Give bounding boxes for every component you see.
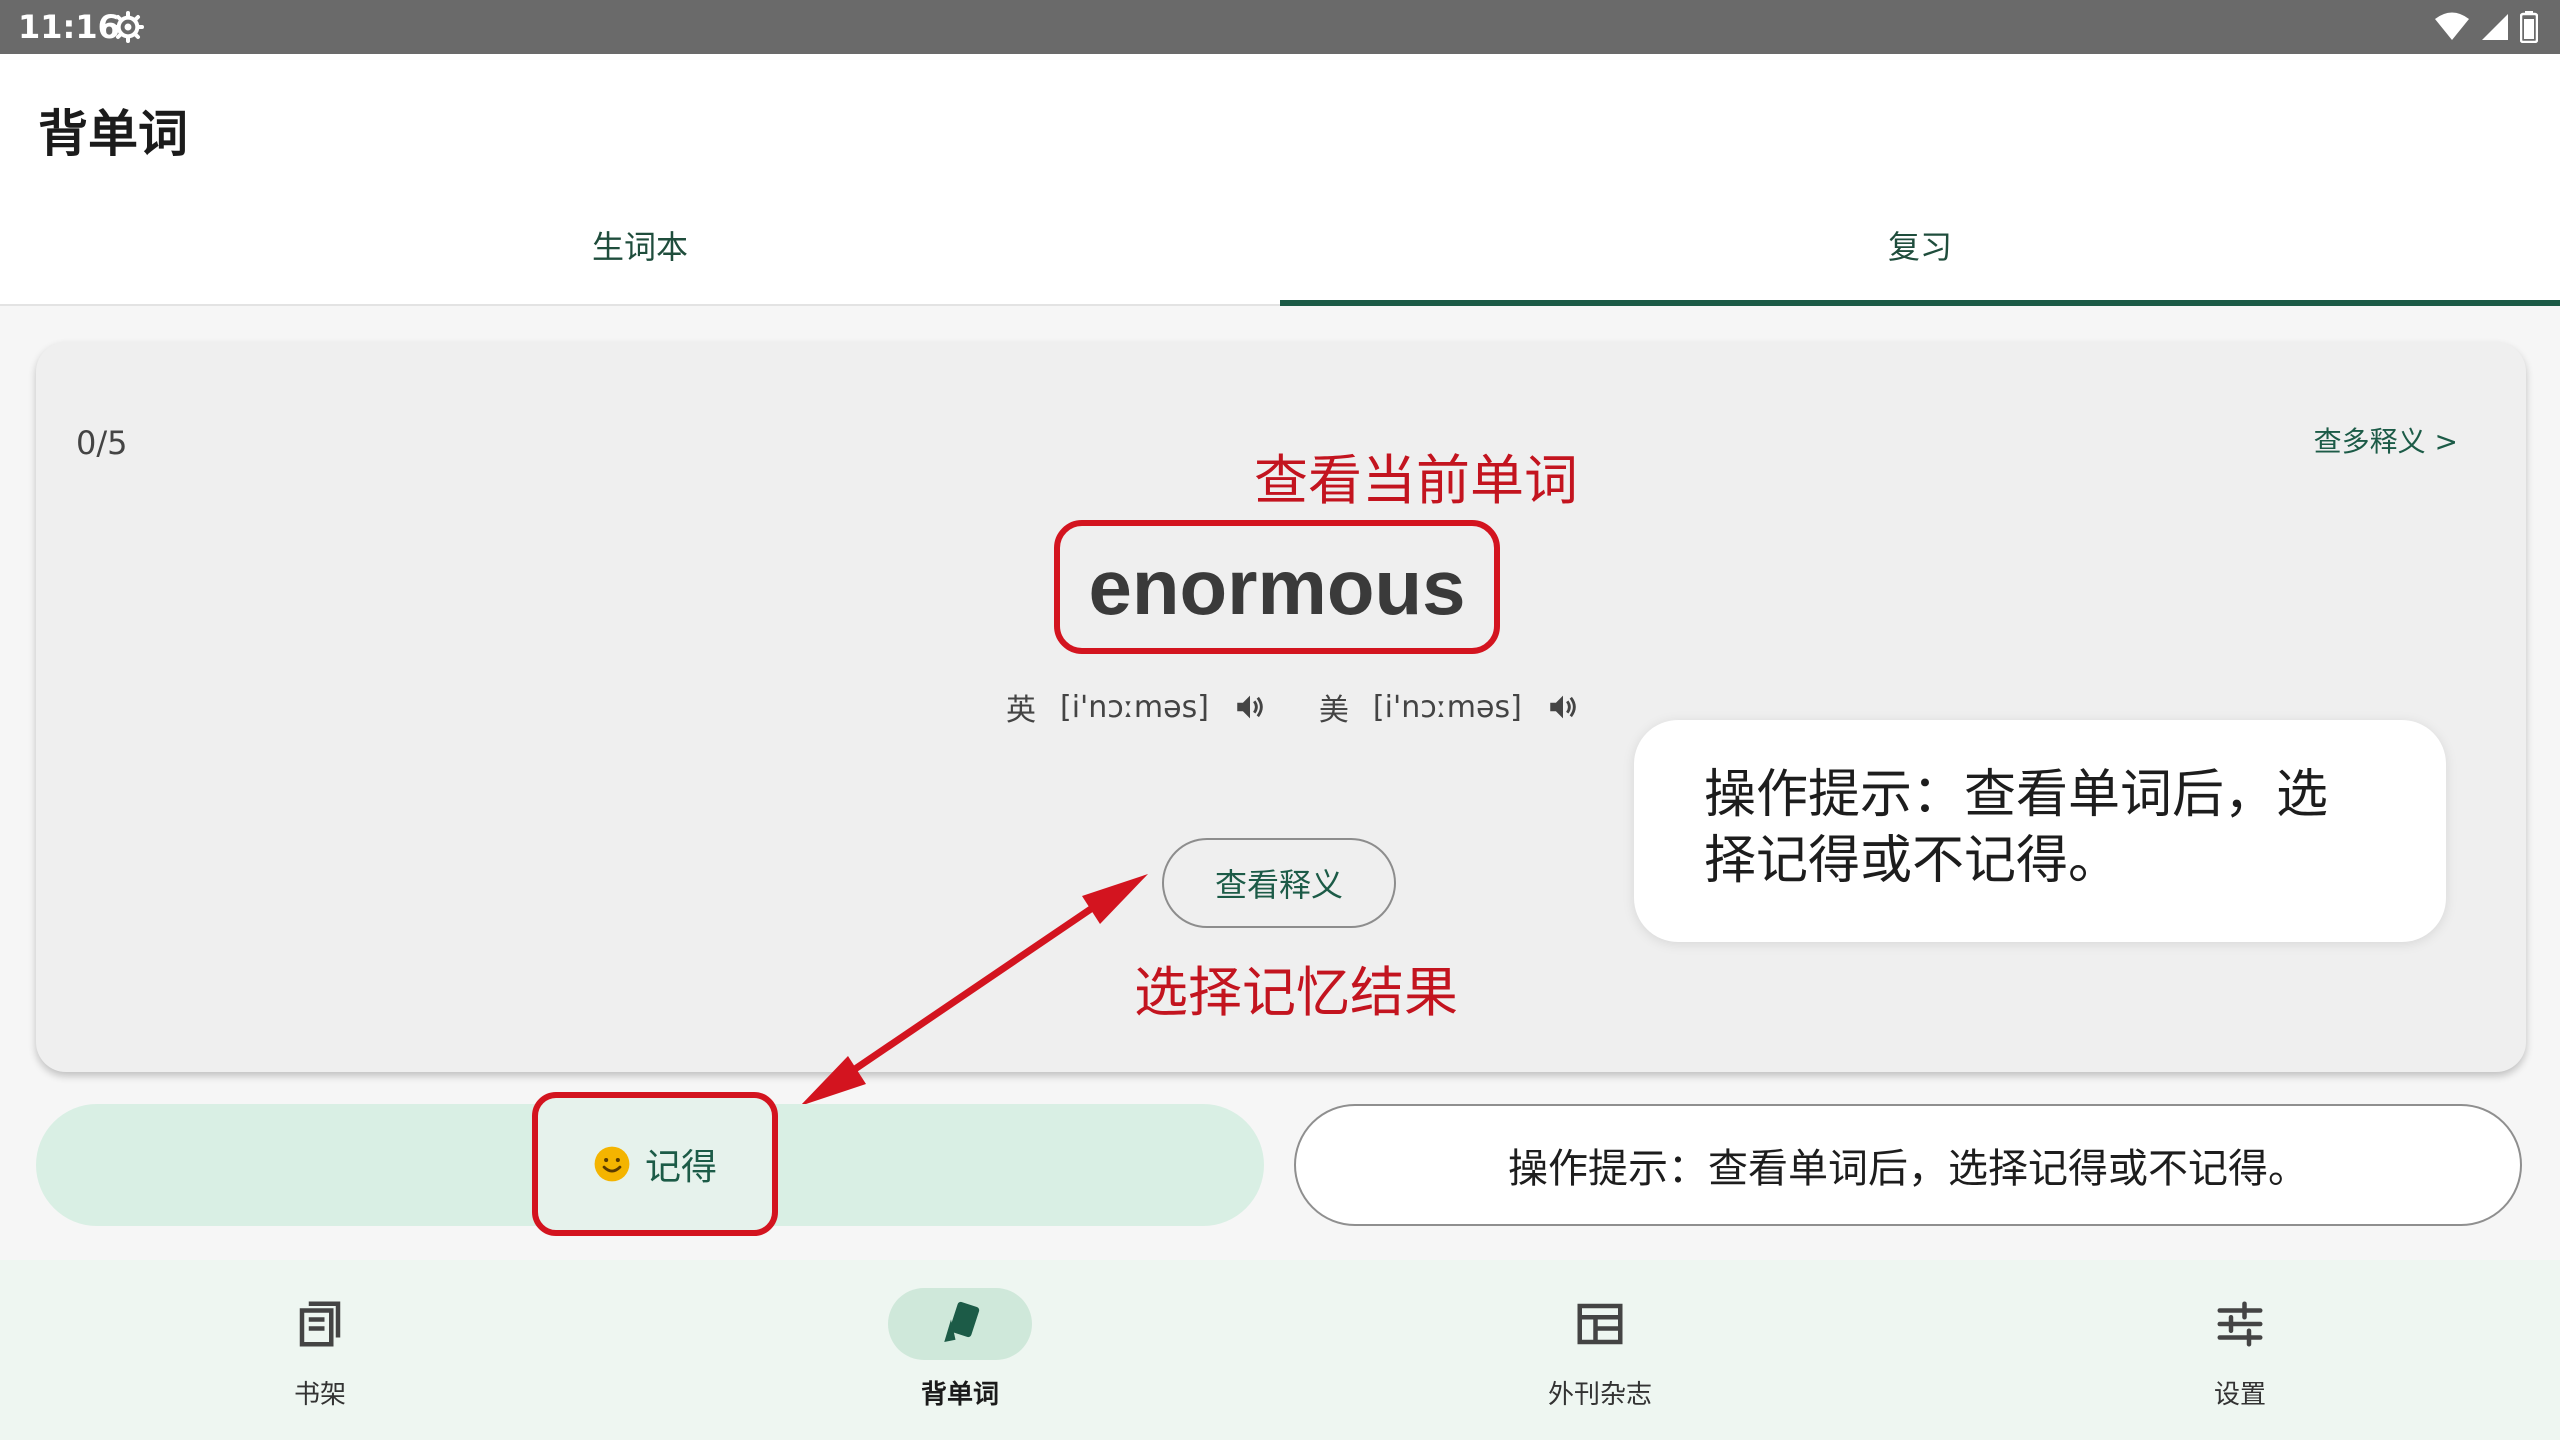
us-phonetic: 美 [i'nɔːməs] (1319, 685, 1580, 729)
uk-phonetic: 英 [i'nɔːməs] (1006, 685, 1267, 729)
us-ipa: [i'nɔːməs] (1372, 689, 1522, 725)
status-time: 11:16 (18, 8, 120, 46)
gear-icon (112, 11, 144, 43)
bookshelf-icon (299, 1301, 341, 1347)
uk-ipa: [i'nɔːməs] (1060, 689, 1209, 725)
annotation-choose-result: 选择记忆结果 (1134, 961, 1458, 1024)
nav-icon-container (2168, 1288, 2312, 1360)
view-meaning-button[interactable]: 查看释义 (1162, 838, 1396, 928)
nav-icon-container (248, 1288, 392, 1360)
wifi-icon (2435, 12, 2469, 40)
nav-icon-container-active (888, 1288, 1032, 1360)
speaker-icon[interactable] (1546, 690, 1580, 724)
progress-counter: 0/5 (76, 424, 128, 462)
page-title: 背单词 (38, 105, 188, 163)
us-label: 美 (1318, 693, 1349, 728)
tip-bubble: 操作提示：查看单词后，选择记得或不记得。 (1634, 720, 2446, 942)
bottom-nav: 书架 背单词 外刊杂志 设置 (0, 1260, 2560, 1440)
remember-button[interactable]: 记得 (532, 1092, 778, 1236)
nav-label-settings: 设置 (2213, 1380, 2266, 1410)
tab-wordbook[interactable]: 生词本 (0, 184, 1280, 306)
remember-label: 记得 (644, 1147, 717, 1188)
nav-item-bookshelf[interactable]: 书架 (0, 1260, 640, 1440)
more-meanings-link[interactable]: 查多释义 > (2314, 420, 2458, 460)
word-highlight-box: enormous (1054, 520, 1500, 654)
phonetics-row: 英 [i'nɔːməs] 美 [i'nɔːməs] (1006, 682, 1586, 732)
smile-icon (594, 1146, 630, 1182)
status-icons (2434, 9, 2538, 45)
nav-label-magazine: 外刊杂志 (1547, 1380, 1652, 1410)
battery-icon (2520, 11, 2538, 43)
status-bar: 11:16 (0, 0, 2560, 54)
tab-review[interactable]: 复习 (1280, 184, 2560, 306)
app-header: 背单词 (0, 54, 2560, 184)
tab-bar: 生词本 复习 (0, 184, 2560, 307)
annotation-arrow (800, 874, 1148, 1106)
annotation-view-current-word: 查看当前单词 (1254, 449, 1578, 512)
review-content: 0/5 查多释义 > 查看当前单词 enormous 英 [i'nɔːməs] … (0, 306, 2560, 1260)
cards-icon (944, 1301, 980, 1342)
uk-label: 英 (1006, 693, 1036, 728)
nav-label-bookshelf: 书架 (293, 1380, 346, 1410)
nav-label-memorize: 背单词 (920, 1380, 999, 1410)
magazine-icon (1577, 1303, 1623, 1345)
nav-item-magazine[interactable]: 外刊杂志 (1280, 1260, 1920, 1440)
word-card: 0/5 查多释义 > 查看当前单词 enormous 英 [i'nɔːməs] … (36, 342, 2526, 1072)
nav-icon-container (1528, 1288, 1672, 1360)
nav-item-settings[interactable]: 设置 (1920, 1260, 2560, 1440)
speaker-icon[interactable] (1233, 690, 1267, 724)
current-word: enormous (1088, 542, 1466, 631)
signal-icon (2482, 14, 2508, 40)
settings-sliders-icon (2217, 1301, 2263, 1347)
tip-pill: 操作提示：查看单词后，选择记得或不记得。 (1294, 1104, 2522, 1226)
nav-item-memorize[interactable]: 背单词 (640, 1260, 1280, 1440)
